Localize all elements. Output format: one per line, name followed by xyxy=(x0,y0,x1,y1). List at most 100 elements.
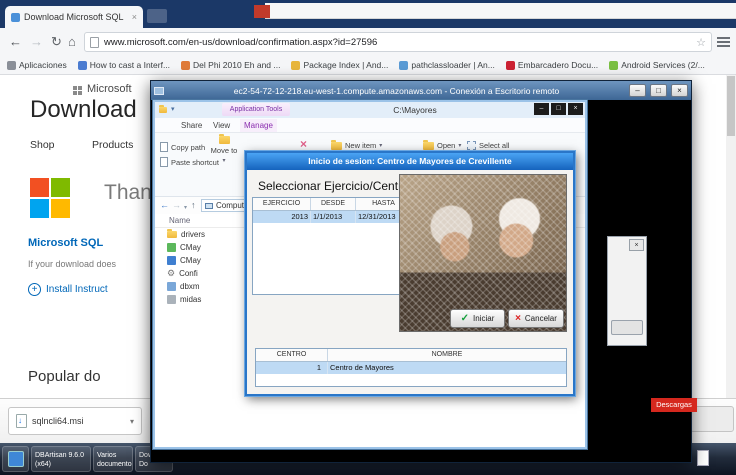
iniciar-button[interactable]: ✓ Iniciar xyxy=(450,309,505,328)
new-tab-button[interactable] xyxy=(147,9,167,23)
browser-menu-icon[interactable] xyxy=(717,37,730,49)
install-instructions-link[interactable]: + Install Instruct xyxy=(28,283,108,296)
browser-toolbar: ← → ↻ ⌂ ☆ xyxy=(0,28,736,56)
address-bar[interactable]: ☆ xyxy=(84,32,712,52)
explorer-caption: ▾ Application Tools C:\Mayores – □ × xyxy=(155,102,585,118)
downloaded-file-name: sqlncli64.msi xyxy=(32,416,84,426)
chevron-down-icon[interactable]: ▾ xyxy=(184,202,187,214)
clipboard-icon xyxy=(160,142,168,152)
new-folder-icon xyxy=(331,142,342,150)
taskbar-button-dbartisan[interactable]: DBArtisan 9.6.0 (x64) xyxy=(31,446,91,472)
minimize-button[interactable]: – xyxy=(534,103,549,115)
scroll-thumb[interactable] xyxy=(727,76,735,136)
new-item-button[interactable]: New item▾ xyxy=(331,141,382,150)
bookmarks-bar: Aplicaciones How to cast a Interf... Del… xyxy=(0,56,736,75)
url-input[interactable] xyxy=(104,37,691,48)
tab-manage[interactable]: Manage xyxy=(240,119,277,132)
close-button[interactable]: × xyxy=(568,103,583,115)
ribbon-tabs: Share View Manage xyxy=(155,118,585,133)
home-icon[interactable]: ⌂ xyxy=(68,34,76,49)
rdp-titlebar[interactable]: ec2-54-72-12-218.eu-west-1.compute.amazo… xyxy=(151,81,691,100)
computer-icon xyxy=(205,203,213,209)
thank-you-text: Than xyxy=(104,181,152,205)
descargas-badge[interactable]: Descargas xyxy=(651,398,697,412)
page-scrollbar[interactable] xyxy=(726,75,736,398)
reload-icon[interactable]: ↻ xyxy=(51,34,62,49)
download-note: If your download does xyxy=(28,259,116,269)
site-brand[interactable]: Microsoft xyxy=(87,83,132,95)
select-all-icon xyxy=(467,141,476,150)
col-ejercicio[interactable]: EJERCICIO xyxy=(253,198,311,210)
close-button[interactable]: × xyxy=(671,84,688,97)
bookmark-item[interactable]: How to cast a Interf... xyxy=(78,60,170,70)
bookmark-item[interactable]: Aplicaciones xyxy=(7,60,67,70)
cancelar-button[interactable]: × Cancelar xyxy=(508,309,564,328)
dialog-titlebar[interactable]: Inicio de sesion: Centro de Mayores de C… xyxy=(247,153,573,170)
taskbar-app-button[interactable] xyxy=(2,446,29,472)
open-button[interactable]: Open▾ xyxy=(423,141,461,150)
chevron-down-icon[interactable]: ▾ xyxy=(130,417,134,426)
page-title: Download xyxy=(30,96,137,124)
back-icon[interactable]: ← xyxy=(9,34,22,49)
close-icon[interactable]: × xyxy=(629,239,644,251)
chevron-down-icon: ▾ xyxy=(222,157,225,164)
apps-grid-icon xyxy=(7,61,16,70)
tab-share[interactable]: Share xyxy=(177,119,206,132)
tab-close-icon[interactable]: × xyxy=(132,12,137,22)
copy-path-button[interactable]: Copy path xyxy=(160,142,205,152)
explorer-title: C:\Mayores xyxy=(365,105,465,115)
forward-icon[interactable]: → xyxy=(30,34,43,49)
bookmark-item[interactable]: Embarcadero Docu... xyxy=(506,60,598,70)
back-icon[interactable]: ← xyxy=(160,199,169,211)
x-icon: × xyxy=(515,313,521,324)
exercise-grid: EJERCICIO DESDE HASTA 2013 1/1/2013 12/3… xyxy=(252,197,412,295)
downloaded-file-button[interactable]: sqlncli64.msi ▾ xyxy=(8,407,142,435)
taskbar-button-varios[interactable]: Varios documentos xyxy=(93,446,133,472)
minimize-button[interactable]: – xyxy=(629,84,646,97)
move-to-button[interactable]: Move to ▾ xyxy=(203,136,245,192)
background-window-strip xyxy=(265,3,736,19)
rdp-desktop: ▾ Application Tools C:\Mayores – □ × Sha… xyxy=(151,100,691,462)
bookmark-item[interactable]: pathclassloader | An... xyxy=(399,60,494,70)
maximize-button[interactable]: □ xyxy=(650,84,667,97)
forward-icon[interactable]: → xyxy=(172,199,181,211)
quick-access-toolbar[interactable]: ▾ xyxy=(159,106,175,114)
open-folder-icon xyxy=(423,142,434,150)
product-link[interactable]: Microsoft SQL xyxy=(28,237,103,249)
select-all-button[interactable]: Select all xyxy=(467,141,509,150)
computer-icon xyxy=(154,87,164,95)
application-tools-tab[interactable]: Application Tools xyxy=(222,103,290,116)
tab-view[interactable]: View xyxy=(209,119,234,132)
bookmark-favicon xyxy=(78,61,87,70)
screen: Download Microsoft SQL × ← → ↻ ⌂ ☆ Aplic… xyxy=(0,0,736,475)
app-icon xyxy=(8,451,24,467)
chevron-down-icon[interactable]: ▾ xyxy=(171,106,175,114)
column-name[interactable]: Name xyxy=(169,216,190,225)
bookmark-star-icon[interactable]: ☆ xyxy=(696,36,706,49)
delete-icon[interactable]: × xyxy=(300,137,307,151)
app-icon xyxy=(167,256,176,265)
tray-document-icon[interactable] xyxy=(697,450,709,466)
tab-title: Download Microsoft SQL xyxy=(24,12,128,22)
col-nombre[interactable]: NOMBRE xyxy=(328,349,566,361)
up-icon[interactable]: ↑ xyxy=(191,199,196,211)
explorer-window-controls: – □ × xyxy=(534,103,583,115)
browser-tab[interactable]: Download Microsoft SQL × xyxy=(5,6,143,28)
bookmark-favicon xyxy=(181,61,190,70)
popular-downloads-heading: Popular do xyxy=(28,368,101,385)
file-type-icon xyxy=(16,414,27,428)
maximize-button[interactable]: □ xyxy=(551,103,566,115)
center-row-selected[interactable]: 1 Centro de Mayores xyxy=(256,362,566,374)
col-desde[interactable]: DESDE xyxy=(311,198,356,210)
bookmark-item[interactable]: Del Phi 2010 Eh and ... xyxy=(181,60,280,70)
bookmark-item[interactable]: Android Services (2/... xyxy=(609,60,705,70)
login-dialog: Inicio de sesion: Centro de Mayores de C… xyxy=(245,151,575,396)
bookmark-item[interactable]: Package Index | And... xyxy=(291,60,388,70)
nav-link-shop[interactable]: Shop xyxy=(30,139,55,151)
exercise-row-selected[interactable]: 2013 1/1/2013 12/31/2013 xyxy=(253,211,411,223)
dialog-button[interactable] xyxy=(611,320,643,335)
col-centro[interactable]: CENTRO xyxy=(256,349,328,361)
app-icon xyxy=(167,243,176,252)
microsoft-logo xyxy=(30,178,70,218)
nav-link-products[interactable]: Products xyxy=(92,139,133,151)
